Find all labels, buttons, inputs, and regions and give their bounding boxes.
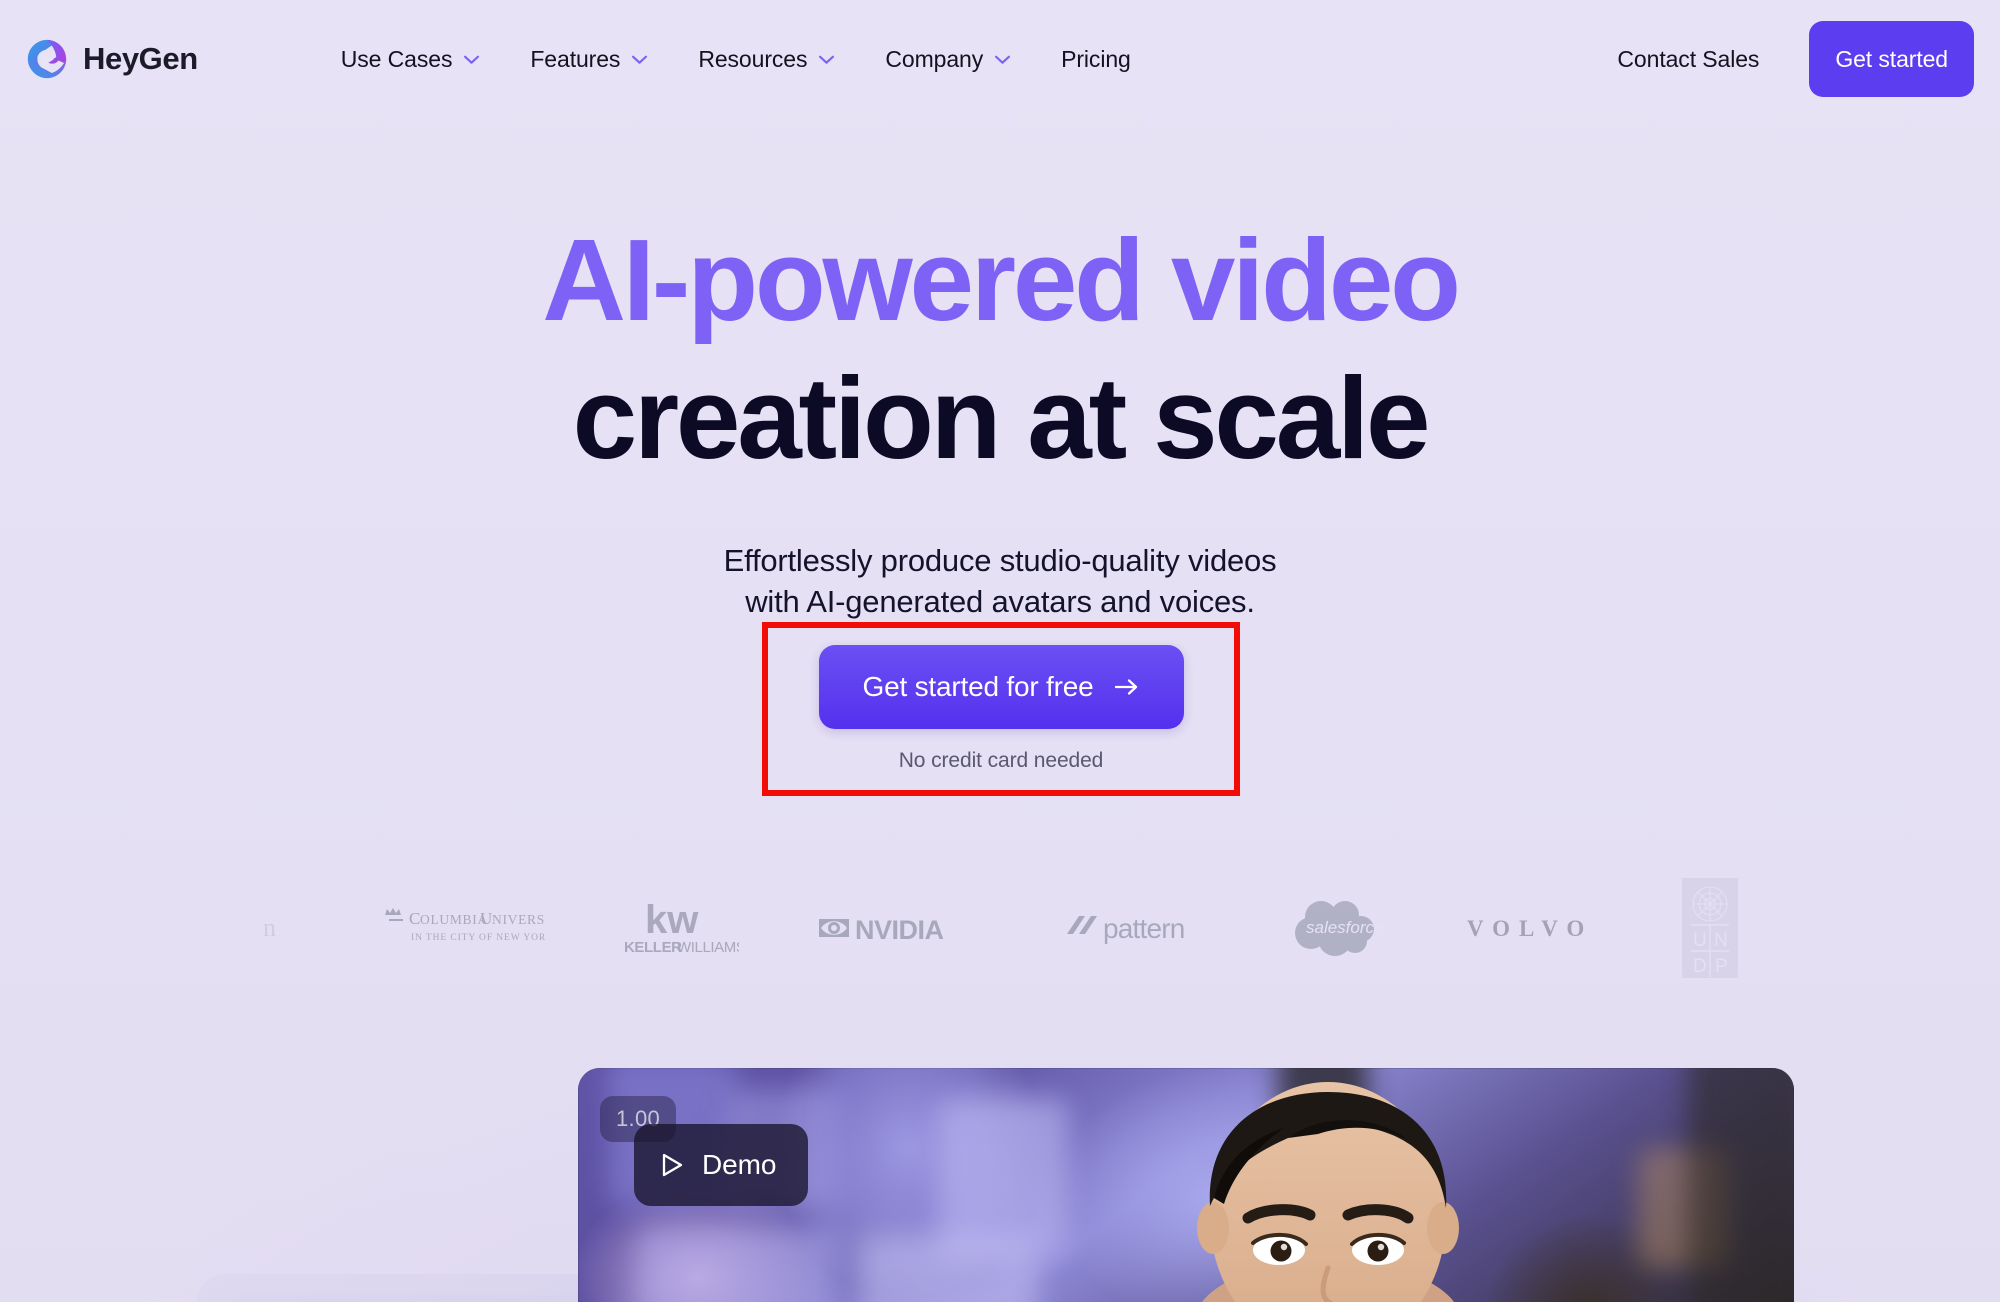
salesforce-logo: salesforce: [1287, 891, 1389, 965]
play-icon: [660, 1152, 684, 1178]
svg-text:pattern: pattern: [1103, 913, 1185, 944]
demo-video-card[interactable]: 1.00 Demo: [578, 1068, 1794, 1302]
svg-text:P: P: [1715, 956, 1728, 977]
arrow-right-icon: [1114, 677, 1140, 697]
volvo-logo: VOLVO: [1465, 910, 1605, 946]
nav-item-use-cases[interactable]: Use Cases: [316, 36, 506, 83]
undp-logo: U N D P: [1681, 877, 1739, 979]
svg-text:NIVERSITY: NIVERSITY: [492, 912, 545, 927]
svg-text:OLUMBIA: OLUMBIA: [420, 912, 488, 927]
logo-partial-left: n: [261, 908, 301, 948]
nav-item-features[interactable]: Features: [505, 36, 673, 83]
pattern-logo: pattern: [1063, 906, 1211, 950]
hero-subheading: Effortlessly produce studio-quality vide…: [0, 540, 2000, 622]
nav-label: Resources: [698, 45, 808, 72]
svg-text:kw: kw: [645, 898, 699, 942]
nav-label: Use Cases: [340, 45, 453, 72]
customer-logo-strip: n C OLUMBIA U NIVERSITY IN THE CITY OF N…: [0, 858, 2000, 998]
header-actions: Contact Sales Get started: [1595, 0, 1974, 118]
nav-item-company[interactable]: Company: [860, 36, 1036, 83]
svg-text:N: N: [1714, 930, 1728, 951]
site-header: HeyGen Use Cases Features Resources Comp…: [0, 0, 2000, 118]
contact-sales-link[interactable]: Contact Sales: [1595, 36, 1781, 83]
chevron-down-icon: [818, 54, 835, 65]
keller-williams-logo: kw KELLER WILLIAMS.: [621, 897, 739, 959]
svg-text:NVIDIA: NVIDIA: [855, 915, 944, 945]
nav-item-pricing[interactable]: Pricing: [1036, 36, 1156, 83]
subheading-line-2: with AI-generated avatars and voices.: [745, 584, 1255, 620]
svg-text:VOLVO: VOLVO: [1467, 916, 1593, 941]
svg-text:U: U: [480, 909, 493, 928]
svg-text:D: D: [1693, 956, 1707, 977]
svg-text:WILLIAMS.: WILLIAMS.: [677, 939, 739, 956]
svg-text:salesforce: salesforce: [1306, 918, 1383, 937]
heygen-swirl-play-logo-icon: [24, 36, 70, 82]
svg-text:U: U: [1693, 930, 1707, 951]
nav-label: Features: [530, 45, 621, 72]
nav-label: Company: [885, 45, 984, 72]
headline-line-1: AI-powered video: [542, 215, 1461, 345]
get-started-button[interactable]: Get started: [1809, 21, 1974, 97]
chevron-down-icon: [631, 54, 648, 65]
cta-label: Get started for free: [862, 671, 1094, 702]
nav-label: Pricing: [1061, 45, 1131, 72]
avatar-presenter: [1048, 1068, 1608, 1302]
svg-text:IN THE CITY OF NEW YORK: IN THE CITY OF NEW YORK: [411, 933, 545, 943]
cta-group: Get started for free No credit card need…: [768, 628, 1234, 790]
chevron-down-icon: [463, 54, 480, 65]
nav-item-resources[interactable]: Resources: [673, 36, 860, 83]
get-started-for-free-button[interactable]: Get started for free: [818, 645, 1184, 729]
product-preview-section: 1.00 Demo: [0, 1060, 2000, 1302]
demo-label: Demo: [702, 1149, 777, 1180]
cta-subtext: No credit card needed: [898, 749, 1104, 772]
brand-name: HeyGen: [83, 41, 198, 76]
nvidia-logo: NVIDIA: [815, 905, 987, 951]
page-title: AI-powered video creation at scale: [0, 222, 2000, 476]
main-navigation: Use Cases Features Resources Company Pri…: [316, 36, 1156, 83]
brand-logo[interactable]: HeyGen: [24, 36, 198, 82]
demo-play-button[interactable]: Demo: [634, 1124, 809, 1206]
headline-line-2: creation at scale: [572, 353, 1431, 483]
svg-text:n: n: [263, 913, 276, 942]
annotation-highlight-box: Get started for free No credit card need…: [762, 622, 1240, 796]
chevron-down-icon: [994, 54, 1011, 65]
columbia-university-logo: C OLUMBIA U NIVERSITY IN THE CITY OF NEW…: [377, 900, 545, 956]
svg-text:KELLER: KELLER: [624, 939, 682, 956]
subheading-line-1: Effortlessly produce studio-quality vide…: [723, 543, 1277, 578]
